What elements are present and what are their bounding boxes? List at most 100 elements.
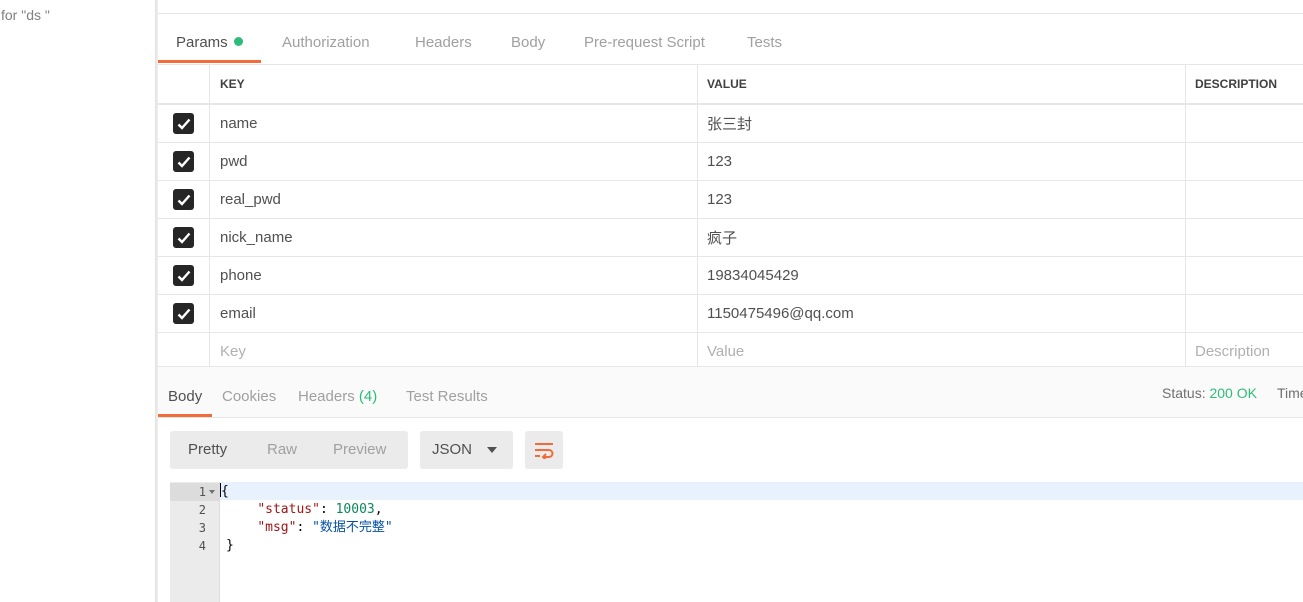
- raw-button[interactable]: Raw: [267, 431, 297, 469]
- wrap-lines-button[interactable]: [525, 431, 563, 469]
- code-line-3: "msg": "数据不完整": [257, 520, 393, 535]
- new-key-input[interactable]: Key: [209, 333, 697, 370]
- request-tabs: Params Authorization Headers Body Pre-re…: [158, 26, 1303, 63]
- status-label: Status:: [1162, 385, 1206, 401]
- response-status: Status: 200 OK: [1162, 367, 1257, 417]
- param-value-input[interactable]: 张三封: [697, 105, 1185, 142]
- row-check-cell: [158, 181, 209, 218]
- checkmark-icon: [177, 156, 190, 168]
- new-value-input[interactable]: Value: [697, 333, 1185, 370]
- code-line-4: }: [226, 537, 234, 555]
- table-row: name 张三封: [158, 105, 1303, 143]
- search-hint: for "ds ": [1, 7, 50, 23]
- tab-params[interactable]: Params: [158, 26, 261, 63]
- fold-toggle-icon[interactable]: [209, 490, 215, 494]
- params-header-row: KEY VALUE DESCRIPTION: [158, 65, 1303, 105]
- param-checkbox[interactable]: [173, 113, 194, 134]
- response-headers-label: Headers: [298, 388, 355, 405]
- response-tabs-bar: Body Cookies Headers (4) Test Results St…: [157, 366, 1303, 418]
- new-description-input[interactable]: Description: [1185, 333, 1303, 370]
- row-check-cell: [158, 257, 209, 294]
- msg-key: "msg": [257, 520, 297, 535]
- table-row: phone 19834045429: [158, 257, 1303, 295]
- tab-response-headers[interactable]: Headers (4): [298, 367, 377, 417]
- response-headers-count: (4): [358, 388, 378, 405]
- checkmark-icon: [177, 194, 190, 206]
- param-key-input[interactable]: real_pwd: [209, 181, 697, 218]
- param-value-input[interactable]: 疯子: [697, 219, 1185, 256]
- request-panel: Params Authorization Headers Body Pre-re…: [157, 0, 1303, 602]
- param-checkbox[interactable]: [173, 303, 194, 324]
- param-value-input[interactable]: 1150475496@qq.com: [697, 295, 1185, 332]
- tab-authorization[interactable]: Authorization: [282, 26, 370, 62]
- checkmark-icon: [177, 232, 190, 244]
- param-key-input[interactable]: email: [209, 295, 697, 332]
- params-table: KEY VALUE DESCRIPTION name 张三封 pwd 123 r…: [158, 64, 1303, 371]
- response-body-editor[interactable]: 1 2 3 4 { "status": 10003, "msg": "数据不完整…: [170, 482, 1303, 602]
- line-number: 3: [198, 521, 206, 535]
- row-check-cell: [158, 295, 209, 332]
- param-description-input[interactable]: [1185, 295, 1303, 332]
- preview-button[interactable]: Preview: [333, 431, 386, 469]
- param-description-input[interactable]: [1185, 143, 1303, 180]
- checkmark-icon: [177, 308, 190, 320]
- tab-response-cookies[interactable]: Cookies: [222, 367, 276, 417]
- header-value: VALUE: [697, 65, 1185, 103]
- row-check-cell: [158, 105, 209, 142]
- code-line-1: {: [220, 483, 229, 501]
- response-time-label: Time: [1277, 385, 1303, 401]
- param-description-input[interactable]: [1185, 181, 1303, 218]
- param-value-input[interactable]: 123: [697, 181, 1185, 218]
- param-description-input[interactable]: [1185, 257, 1303, 294]
- table-row: email 1150475496@qq.com: [158, 295, 1303, 333]
- tab-headers[interactable]: Headers: [415, 26, 472, 62]
- table-row: pwd 123: [158, 143, 1303, 181]
- sidebar: for "ds ": [0, 0, 157, 602]
- status-value: 200 OK: [1209, 385, 1257, 401]
- status-code-value: 10003: [335, 502, 375, 517]
- param-key-input[interactable]: nick_name: [209, 219, 697, 256]
- msg-value: "数据不完整": [312, 520, 393, 535]
- status-key: "status": [257, 502, 320, 517]
- param-checkbox[interactable]: [173, 189, 194, 210]
- table-row: nick_name 疯子: [158, 219, 1303, 257]
- param-checkbox[interactable]: [173, 151, 194, 172]
- active-line-highlight: [220, 482, 1303, 500]
- header-check-cell: [158, 65, 209, 103]
- chevron-down-icon: [487, 447, 497, 453]
- tab-params-label: Params: [176, 34, 228, 51]
- params-active-dot-icon: [233, 37, 243, 46]
- tab-response-body[interactable]: Body: [157, 367, 213, 417]
- param-checkbox[interactable]: [173, 227, 194, 248]
- checkmark-icon: [177, 118, 190, 130]
- param-key-input[interactable]: phone: [209, 257, 697, 294]
- row-check-cell: [158, 143, 209, 180]
- param-checkbox[interactable]: [173, 265, 194, 286]
- open-brace: {: [221, 484, 229, 499]
- param-key-input[interactable]: pwd: [209, 143, 697, 180]
- language-select-value: JSON: [432, 441, 473, 458]
- language-select[interactable]: JSON: [420, 431, 513, 469]
- checkmark-icon: [177, 270, 190, 282]
- header-description: DESCRIPTION: [1185, 65, 1303, 103]
- param-description-input[interactable]: [1185, 105, 1303, 142]
- close-brace: }: [226, 538, 234, 553]
- header-key: KEY: [209, 65, 697, 103]
- param-value-input[interactable]: 123: [697, 143, 1185, 180]
- code-line-2: "status": 10003,: [257, 502, 383, 517]
- tab-pre-request-script[interactable]: Pre-request Script: [584, 26, 705, 62]
- pretty-button[interactable]: Pretty: [188, 431, 227, 469]
- tab-tests[interactable]: Tests: [747, 26, 782, 62]
- line-number-gutter: 1 2 3 4: [170, 482, 220, 602]
- tab-test-results[interactable]: Test Results: [406, 367, 488, 417]
- param-value-input[interactable]: 19834045429: [697, 257, 1185, 294]
- format-toggle-group: Pretty Raw Preview: [170, 431, 408, 469]
- line-number: 4: [198, 539, 206, 553]
- tab-body[interactable]: Body: [511, 26, 545, 62]
- param-description-input[interactable]: [1185, 219, 1303, 256]
- wrap-lines-icon: [535, 443, 554, 459]
- param-key-input[interactable]: name: [209, 105, 697, 142]
- url-bar-edge: [158, 0, 1303, 14]
- table-row: real_pwd 123: [158, 181, 1303, 219]
- row-check-cell: [158, 219, 209, 256]
